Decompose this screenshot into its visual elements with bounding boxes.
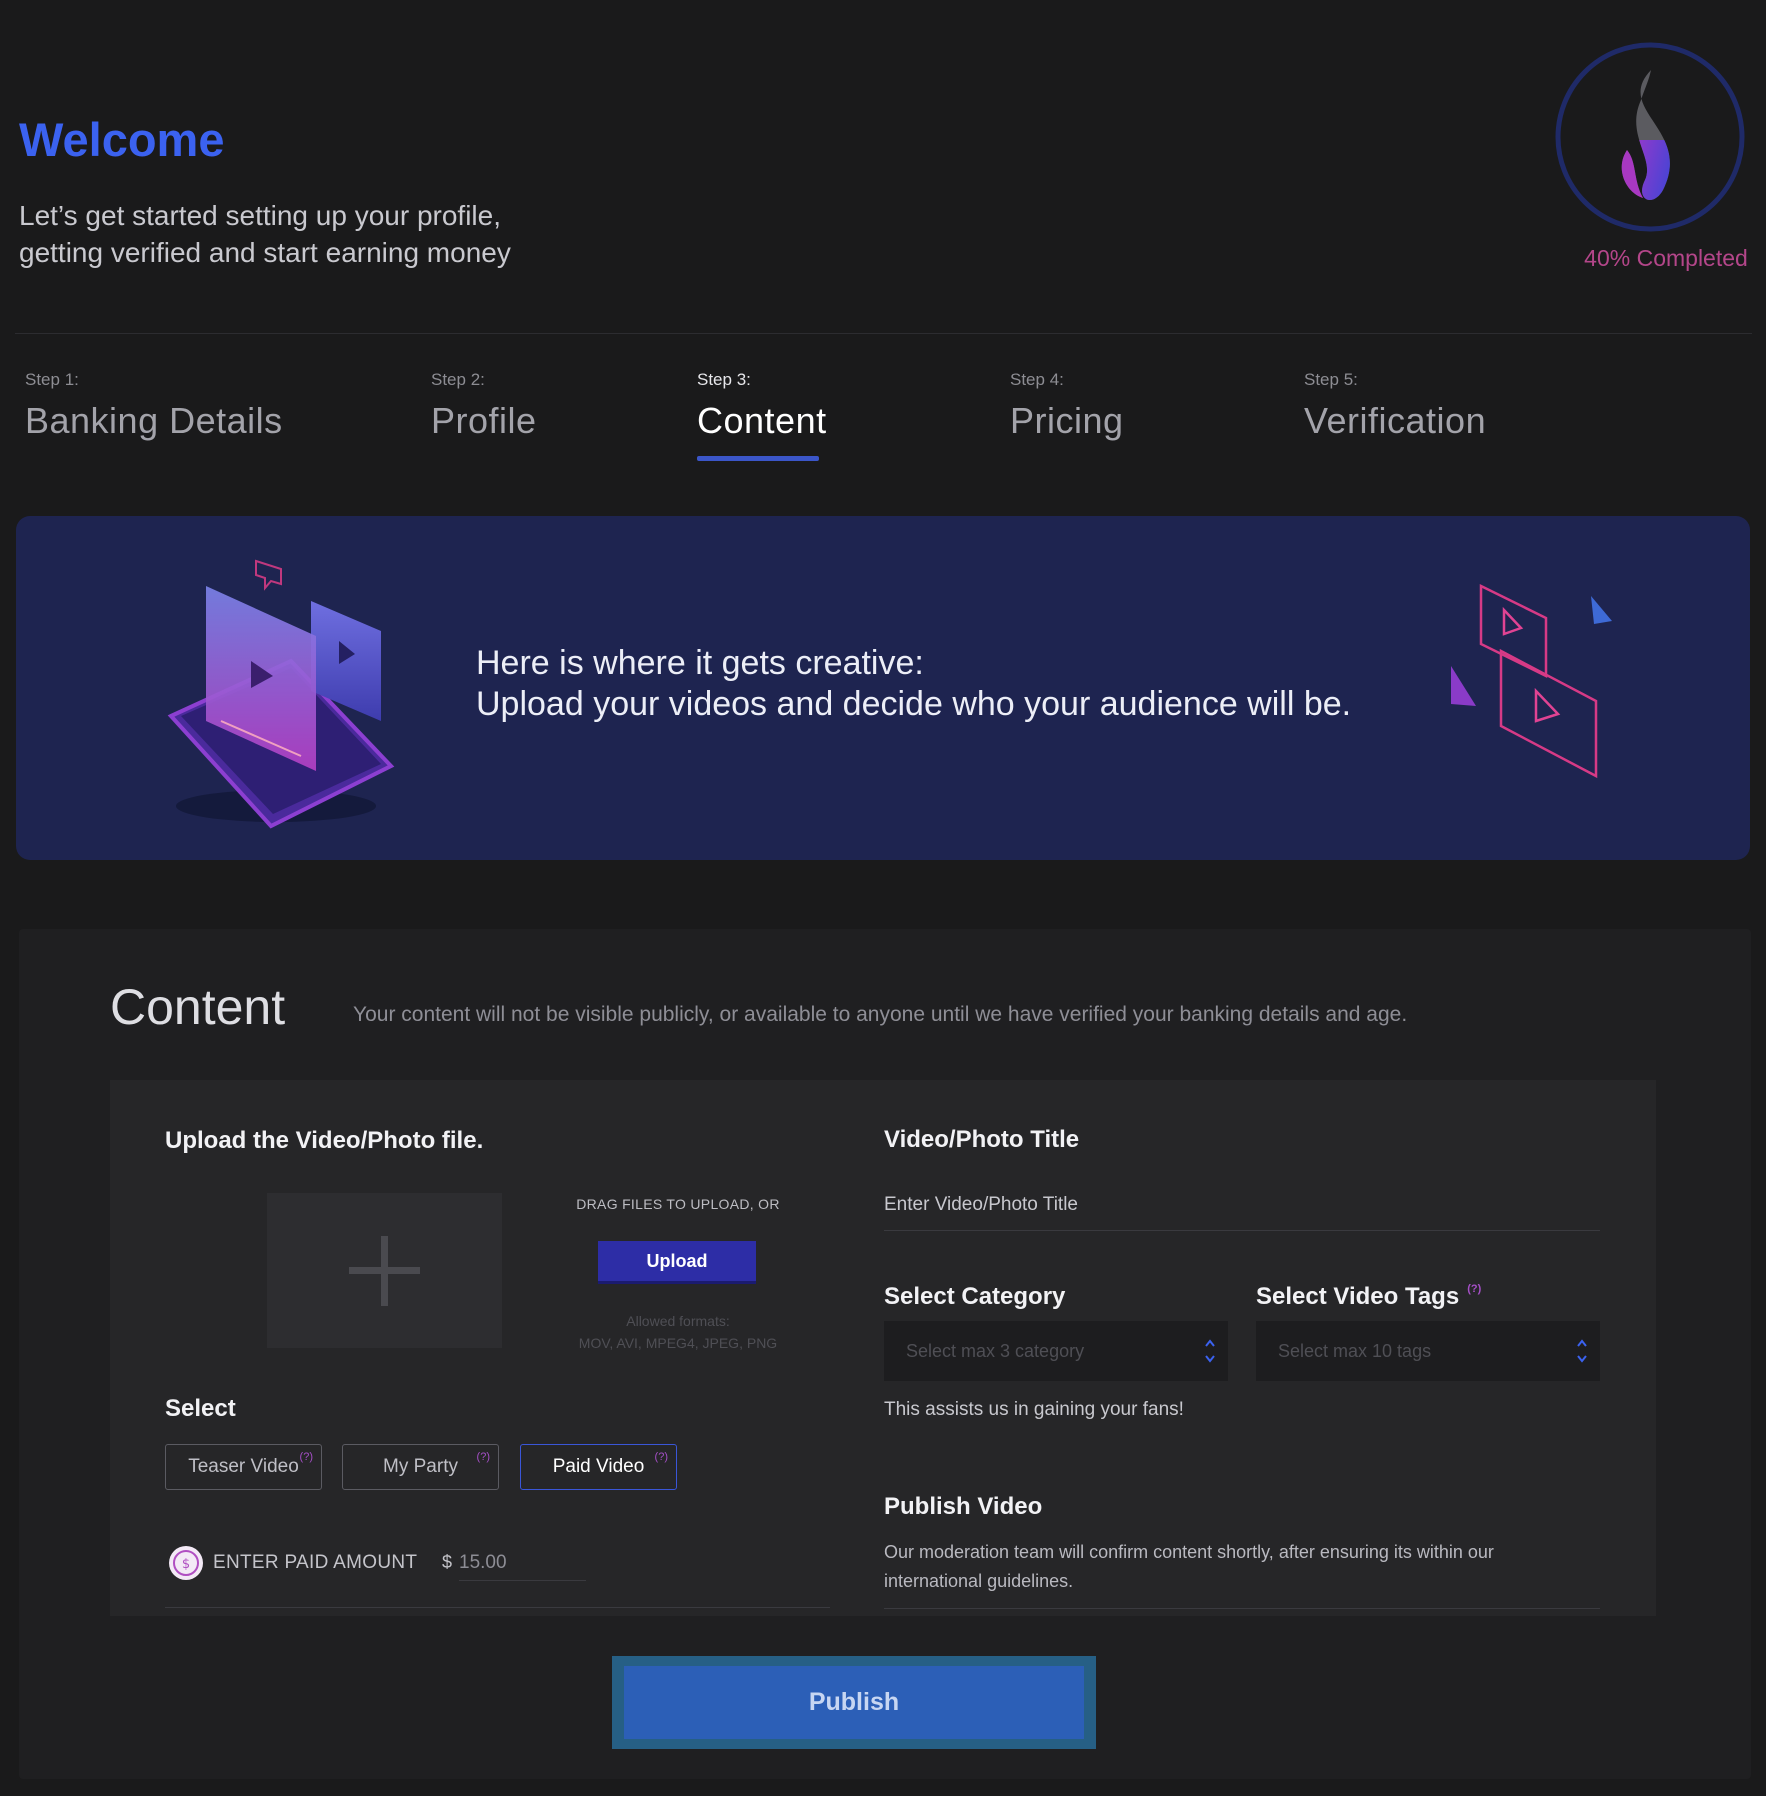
assist-text: This assists us in gaining your fans!	[884, 1399, 1184, 1420]
plus-icon	[349, 1236, 420, 1306]
welcome-subtitle-line-2: getting verified and start earning money	[19, 237, 511, 268]
option-label: My Party	[383, 1456, 458, 1477]
progress-label: 40% Completed	[1584, 245, 1748, 271]
content-visibility-note: Your content will not be visible publicl…	[353, 1003, 1408, 1026]
chevron-up-down-icon	[1205, 1339, 1215, 1363]
step-verification[interactable]: Step 5: Verification	[1304, 370, 1486, 442]
upload-dropzone[interactable]	[267, 1193, 502, 1348]
my-party-option[interactable]: My Party (?)	[342, 1444, 499, 1490]
publish-video-note: Our moderation team will confirm content…	[884, 1542, 1494, 1591]
step-label: Content	[697, 400, 827, 441]
svg-text:$: $	[182, 1557, 190, 1572]
teaser-video-option[interactable]: Teaser Video (?)	[165, 1444, 322, 1490]
step-label: Pricing	[1010, 400, 1124, 441]
option-label: Teaser Video	[188, 1456, 299, 1477]
divider	[165, 1607, 830, 1608]
video-cards-illustration-icon	[1451, 583, 1612, 779]
allowed-formats-label: Allowed formats:	[626, 1313, 730, 1329]
page-title: Welcome	[19, 113, 225, 166]
step-label: Verification	[1304, 400, 1487, 441]
help-hint-icon[interactable]: (?)	[1467, 1283, 1481, 1295]
step-number: Step 4:	[1010, 370, 1064, 389]
publish-button-frame: Publish	[612, 1656, 1096, 1749]
help-hint-icon[interactable]: (?)	[655, 1451, 668, 1463]
step-number: Step 2:	[431, 370, 485, 389]
step-profile[interactable]: Step 2: Profile	[431, 370, 537, 442]
tags-placeholder: Select max 10 tags	[1278, 1341, 1432, 1361]
header-divider	[15, 333, 1752, 334]
divider	[884, 1608, 1600, 1609]
step-banking-details[interactable]: Step 1: Banking Details	[25, 370, 283, 442]
paid-amount-input[interactable]	[459, 1545, 586, 1581]
publish-button[interactable]: Publish	[624, 1666, 1084, 1739]
tags-label-text: Select Video Tags	[1256, 1283, 1460, 1310]
tags-label: Select Video Tags (?)	[1256, 1283, 1481, 1311]
chevron-up-down-icon	[1577, 1339, 1587, 1363]
publish-video-label: Publish Video	[884, 1493, 1043, 1520]
step-number: Step 3:	[697, 370, 751, 389]
banner-line-2: Upload your videos and decide who your a…	[476, 685, 1352, 723]
step-number: Step 1:	[25, 370, 79, 389]
currency-symbol: $	[442, 1552, 453, 1572]
upload-button[interactable]: Upload	[598, 1241, 756, 1284]
help-hint-icon[interactable]: (?)	[300, 1451, 313, 1463]
allowed-formats-list: MOV, AVI, MPEG4, JPEG, PNG	[578, 1335, 778, 1351]
upload-label: Upload the Video/Photo file.	[165, 1127, 484, 1154]
tags-select[interactable]: Select max 10 tags	[1256, 1321, 1600, 1381]
devices-illustration-icon	[167, 559, 395, 829]
help-hint-icon[interactable]: (?)	[477, 1451, 490, 1463]
content-section-title: Content	[110, 979, 286, 1035]
welcome-subtitle-line-1: Let’s get started setting up your profil…	[19, 200, 501, 231]
title-field-label: Video/Photo Title	[884, 1126, 1080, 1153]
active-step-underline	[697, 456, 819, 461]
banner-line-1: Here is where it gets creative:	[476, 644, 924, 682]
title-input[interactable]	[884, 1180, 1600, 1231]
paid-video-option[interactable]: Paid Video (?)	[520, 1444, 677, 1490]
option-label: Paid Video	[552, 1456, 645, 1477]
select-type-label: Select	[165, 1395, 236, 1422]
step-label: Profile	[431, 400, 537, 441]
step-pricing[interactable]: Step 4: Pricing	[1010, 370, 1124, 442]
category-label: Select Category	[884, 1283, 1066, 1310]
progress-flame-icon	[1553, 40, 1748, 235]
step-content[interactable]: Step 3: Content	[697, 370, 827, 442]
paid-amount-label: ENTER PAID AMOUNT	[213, 1552, 418, 1573]
category-placeholder: Select max 3 category	[906, 1341, 1085, 1361]
step-label: Banking Details	[25, 400, 283, 441]
drag-files-text: DRAG FILES TO UPLOAD, OR	[576, 1196, 780, 1212]
dollar-coin-icon: $	[169, 1546, 203, 1580]
step-number: Step 5:	[1304, 370, 1358, 389]
category-select[interactable]: Select max 3 category	[884, 1321, 1228, 1381]
